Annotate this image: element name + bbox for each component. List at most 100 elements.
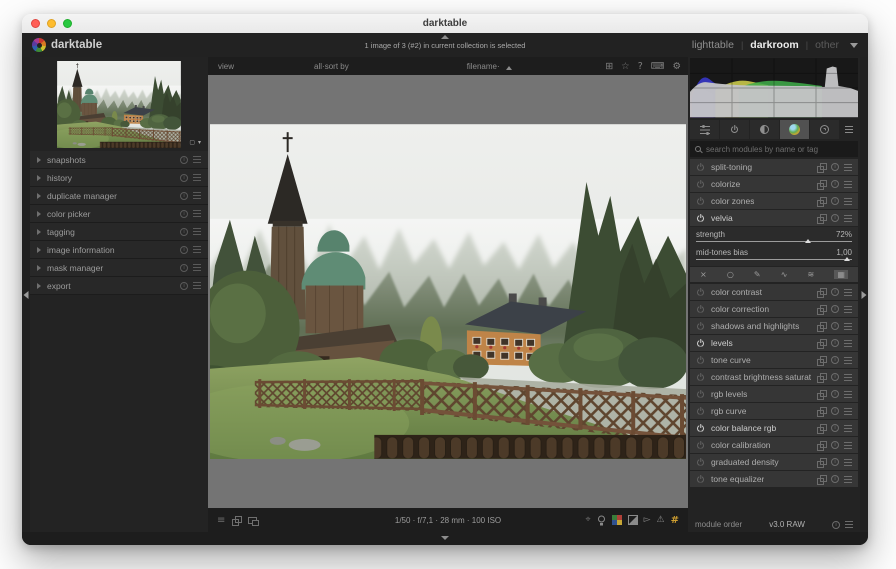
blend-uniform-icon[interactable]: ○	[727, 270, 734, 279]
presets-menu-icon[interactable]	[193, 174, 201, 181]
tab-correct-group[interactable]	[810, 120, 839, 139]
collapse-right-panel-icon[interactable]	[862, 291, 867, 299]
multi-instance-icon[interactable]	[817, 163, 826, 172]
module-row-color-correction[interactable]: color correction	[690, 301, 858, 317]
iso12646-assessment-icon[interactable]	[597, 515, 606, 526]
presets-menu-icon[interactable]	[844, 323, 852, 330]
multi-instance-icon[interactable]	[817, 339, 826, 348]
sidebar-section-color-picker[interactable]: color picker	[30, 205, 208, 223]
reset-icon[interactable]	[831, 339, 839, 347]
sidebar-section-tagging[interactable]: tagging	[30, 223, 208, 241]
overexposure-icon[interactable]	[628, 515, 638, 525]
multi-instance-icon[interactable]	[817, 424, 826, 433]
power-icon[interactable]	[696, 214, 705, 223]
expand-arrow-icon[interactable]	[37, 175, 41, 181]
power-icon[interactable]	[696, 441, 705, 450]
module-row-color-zones[interactable]: color zones	[690, 193, 858, 209]
module-row-color-contrast[interactable]: color contrast	[690, 284, 858, 300]
presets-menu-icon[interactable]	[844, 476, 852, 483]
presets-menu-icon[interactable]	[844, 181, 852, 188]
module-row-tone-equalizer[interactable]: tone equalizer	[690, 471, 858, 487]
tab-base-group[interactable]	[750, 120, 779, 139]
power-icon[interactable]	[696, 407, 705, 416]
module-row-colorize[interactable]: colorize	[690, 176, 858, 192]
power-icon[interactable]	[696, 458, 705, 467]
mid-tones-bias-slider[interactable]: mid-tones bias 1,00	[696, 248, 852, 262]
power-icon[interactable]	[696, 305, 705, 314]
presets-menu-icon[interactable]	[844, 408, 852, 415]
multi-instance-icon[interactable]	[817, 373, 826, 382]
sort-ascending-icon[interactable]	[506, 66, 512, 70]
presets-menu-icon[interactable]	[844, 459, 852, 466]
presets-menu-icon[interactable]	[844, 391, 852, 398]
power-icon[interactable]	[696, 197, 705, 206]
reset-icon[interactable]	[831, 322, 839, 330]
module-row-velvia[interactable]: velvia	[690, 210, 858, 226]
power-icon[interactable]	[696, 180, 705, 189]
expand-arrow-icon[interactable]	[37, 157, 41, 163]
overlays-icon[interactable]: ☆	[621, 61, 630, 72]
fit-zoom-icon[interactable]: ▢	[189, 139, 195, 146]
filmstrip-menu-icon[interactable]: ≡	[217, 515, 225, 526]
multi-instance-icon[interactable]	[817, 214, 826, 223]
gamut-warning-icon[interactable]: ⚠	[657, 515, 665, 525]
zoom-window-button[interactable]	[63, 19, 72, 28]
left-panel-collapse-strip[interactable]	[22, 57, 30, 532]
presets-menu-icon[interactable]	[844, 425, 852, 432]
pipeline-version[interactable]: v3.0 RAW	[769, 520, 805, 529]
reset-icon[interactable]	[831, 288, 839, 296]
info-icon[interactable]	[180, 210, 188, 218]
info-icon[interactable]	[180, 246, 188, 254]
reset-icon[interactable]	[831, 407, 839, 415]
reset-icon[interactable]	[831, 475, 839, 483]
multi-instance-icon[interactable]	[817, 441, 826, 450]
navigation-preview[interactable]: ▢▾	[30, 57, 208, 151]
sidebar-section-history[interactable]: history	[30, 169, 208, 187]
view-lighttable[interactable]: lighttable	[692, 39, 734, 51]
sidebar-section-snapshots[interactable]: snapshots	[30, 151, 208, 169]
presets-menu-icon[interactable]	[844, 215, 852, 222]
presets-menu-icon[interactable]	[193, 228, 201, 235]
histogram[interactable]	[690, 58, 858, 118]
module-row-color-calibration[interactable]: color calibration	[690, 437, 858, 453]
slider-thumb[interactable]	[844, 257, 850, 261]
multi-instance-icon[interactable]	[817, 288, 826, 297]
info-icon[interactable]	[180, 282, 188, 290]
power-icon[interactable]	[696, 163, 705, 172]
chevron-down-icon[interactable]	[850, 43, 858, 48]
window-controls[interactable]	[31, 19, 72, 28]
module-order-label[interactable]: module order	[695, 520, 742, 529]
darkroom-canvas[interactable]	[208, 75, 688, 508]
strength-slider[interactable]: strength 72%	[696, 230, 852, 244]
softproof-icon[interactable]: ▻	[644, 515, 651, 525]
tab-quick-access[interactable]	[690, 120, 719, 139]
presets-menu-icon[interactable]	[193, 264, 201, 271]
view-other[interactable]: other	[815, 39, 839, 51]
module-presets-menu[interactable]	[840, 120, 858, 139]
edited-photo[interactable]	[210, 124, 686, 459]
multi-instance-icon[interactable]	[817, 305, 826, 314]
presets-menu-icon[interactable]	[844, 198, 852, 205]
presets-menu-icon[interactable]	[844, 306, 852, 313]
presets-menu-icon[interactable]	[844, 289, 852, 296]
multi-instance-icon[interactable]	[817, 197, 826, 206]
view-darkroom[interactable]: darkroom	[750, 39, 798, 51]
power-icon[interactable]	[696, 322, 705, 331]
presets-menu-icon[interactable]	[844, 374, 852, 381]
guides-icon[interactable]: #	[671, 515, 679, 526]
expand-arrow-icon[interactable]	[37, 211, 41, 217]
module-search-input[interactable]	[706, 145, 853, 154]
module-row-graduated-density[interactable]: graduated density	[690, 454, 858, 470]
reset-icon[interactable]	[831, 356, 839, 364]
reset-icon[interactable]	[831, 373, 839, 381]
sort-filename[interactable]: filename	[467, 62, 497, 71]
info-icon[interactable]	[180, 264, 188, 272]
presets-menu-icon[interactable]	[193, 282, 201, 289]
reset-icon[interactable]	[831, 197, 839, 205]
module-row-tone-curve[interactable]: tone curve	[690, 352, 858, 368]
multi-instance-icon[interactable]	[817, 407, 826, 416]
presets-menu-icon[interactable]	[193, 156, 201, 163]
navigation-thumbnail[interactable]	[57, 61, 181, 148]
blend-raster-mask-icon[interactable]: ▦	[834, 270, 848, 279]
presets-menu-icon[interactable]	[844, 164, 852, 171]
